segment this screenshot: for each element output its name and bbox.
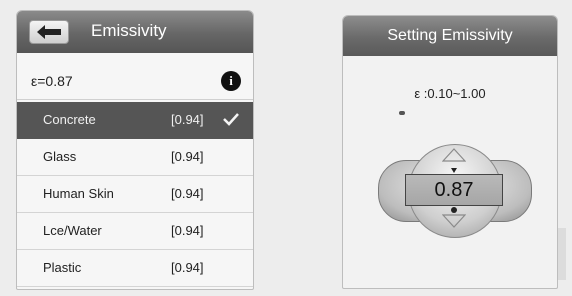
indicator-dot xyxy=(399,111,405,115)
page-title: Emissivity xyxy=(91,21,167,40)
title-bar: Setting Emissivity xyxy=(343,16,557,56)
page-title: Setting Emissivity xyxy=(387,27,513,44)
emissivity-range: ε :0.10~1.00 xyxy=(414,86,486,101)
check-icon xyxy=(223,113,239,126)
material-value: [0.94] xyxy=(171,223,204,238)
material-value: [0.94] xyxy=(171,186,204,201)
marker-top xyxy=(451,168,457,173)
emissivity-value-display: 0.87 xyxy=(434,179,474,201)
material-value: [0.94] xyxy=(171,149,204,164)
material-value: [0.94] xyxy=(171,260,204,275)
value-display-box: 0.87 xyxy=(405,174,503,206)
emissivity-stepper[interactable]: 0.87 xyxy=(378,144,532,238)
list-item-concrete[interactable]: Concrete [0.94] xyxy=(17,102,253,139)
material-value: [0.94] xyxy=(171,112,204,127)
material-name: Concrete xyxy=(43,112,96,127)
marker-bottom xyxy=(451,207,457,213)
material-name: Plastic xyxy=(43,260,82,275)
material-name: Lce/Water xyxy=(43,223,102,238)
back-arrow-icon xyxy=(37,25,61,39)
list-item-human-skin[interactable]: Human Skin [0.94] xyxy=(17,176,253,213)
material-list: Concrete [0.94] Glass [0.94] Human Skin … xyxy=(17,102,253,287)
emissivity-screen: Emissivity ε=0.87 i Concrete [0.94] Glas… xyxy=(16,10,254,290)
list-item-glass[interactable]: Glass [0.94] xyxy=(17,139,253,176)
material-name: Human Skin xyxy=(43,186,114,201)
down-arrow-icon[interactable] xyxy=(442,214,466,228)
list-item-ice-water[interactable]: Lce/Water [0.94] xyxy=(17,213,253,250)
current-emissivity-row: ε=0.87 i xyxy=(17,63,253,100)
material-name: Glass xyxy=(43,149,77,164)
up-arrow-icon[interactable] xyxy=(442,148,466,162)
list-item-plastic[interactable]: Plastic [0.94] xyxy=(17,250,253,287)
back-button[interactable] xyxy=(29,20,69,44)
setting-emissivity-screen: Setting Emissivity ε :0.10~1.00 0.87 xyxy=(342,15,558,289)
info-icon[interactable]: i xyxy=(221,71,241,91)
current-emissivity-value: ε=0.87 xyxy=(31,73,73,89)
title-bar: Emissivity xyxy=(17,11,253,53)
